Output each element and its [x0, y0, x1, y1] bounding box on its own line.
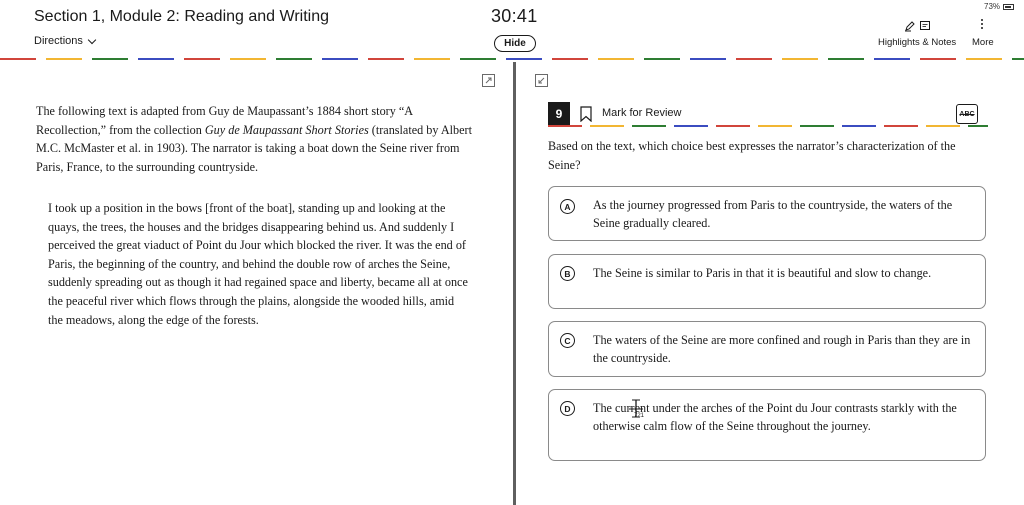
dash-segment [230, 58, 266, 60]
chevron-down-icon [87, 35, 97, 44]
passage-intro: The following text is adapted from Guy d… [36, 102, 481, 176]
question-header: 9 Mark for Review ABC [548, 102, 988, 126]
choice-letter: B [560, 266, 575, 281]
choice-d[interactable]: D The current under the arches of the Po… [548, 389, 986, 461]
dash-segment [716, 125, 750, 127]
choice-letter: D [560, 401, 575, 416]
dash-segment [506, 58, 542, 60]
dash-segment [598, 58, 634, 60]
pencil-icon [905, 21, 915, 32]
cursor-readout: 721 [634, 413, 645, 419]
battery-percent: 73% [984, 2, 1001, 11]
dash-segment [736, 58, 772, 60]
choice-b[interactable]: B The Seine is similar to Paris in that … [548, 254, 986, 309]
choice-text: The current under the arches of the Poin… [593, 401, 957, 433]
collection-title: Guy de Maupassant Short Stories [204, 122, 369, 137]
dash-segment [92, 58, 128, 60]
dash-segment [276, 58, 312, 60]
bookmark-icon[interactable] [580, 106, 592, 122]
battery-indicator: 73% [984, 2, 1015, 11]
choice-a[interactable]: A As the journey progressed from Paris t… [548, 186, 986, 241]
dash-segment [138, 58, 174, 60]
battery-icon [1003, 3, 1015, 10]
dash-segment [674, 125, 708, 127]
dash-segment [920, 58, 956, 60]
dash-segment [322, 58, 358, 60]
dash-segment [368, 58, 404, 60]
question-number: 9 [548, 102, 570, 126]
choice-letter: C [560, 333, 575, 348]
dash-segment [874, 58, 910, 60]
dash-segment [884, 125, 918, 127]
top-bar: Section 1, Module 2: Reading and Writing… [0, 0, 1024, 58]
directions-dropdown[interactable]: Directions [34, 35, 97, 47]
hide-timer-button[interactable]: Hide [494, 35, 536, 52]
collapse-icon[interactable] [535, 74, 548, 87]
dash-segment [184, 58, 220, 60]
choice-text: The waters of the Seine are more confine… [593, 333, 971, 365]
expand-icon[interactable] [482, 74, 495, 87]
dash-segment [46, 58, 82, 60]
section-title: Section 1, Module 2: Reading and Writing [34, 8, 329, 25]
dash-segment [842, 125, 876, 127]
dash-segment [966, 58, 1002, 60]
dash-segment [690, 58, 726, 60]
choice-text: As the journey progressed from Paris to … [593, 198, 953, 230]
timer: 30:41 [491, 6, 538, 26]
header-divider [0, 58, 1024, 60]
dash-segment [800, 125, 834, 127]
dash-segment [644, 58, 680, 60]
highlights-notes-button[interactable] [904, 20, 931, 32]
choice-letter: A [560, 199, 575, 214]
passage-body: I took up a position in the bows [front … [48, 201, 468, 327]
question-panel: 9 Mark for Review ABC Based on the text,… [516, 62, 1024, 505]
dash-segment [968, 125, 988, 127]
dash-segment [926, 125, 960, 127]
passage-panel: The following text is adapted from Guy d… [0, 62, 513, 505]
mark-for-review-label[interactable]: Mark for Review [602, 107, 681, 119]
dash-segment [1012, 58, 1024, 60]
more-label[interactable]: More [972, 37, 994, 48]
dash-segment [828, 58, 864, 60]
dash-segment [0, 58, 36, 60]
dash-segment [758, 125, 792, 127]
abc-label: ABC [959, 110, 975, 118]
choice-c[interactable]: C The waters of the Seine are more confi… [548, 321, 986, 377]
more-icon[interactable] [981, 19, 984, 30]
answer-eliminator-button[interactable]: ABC [956, 104, 978, 124]
note-icon [920, 21, 930, 30]
dash-segment [552, 58, 588, 60]
dash-segment [782, 58, 818, 60]
dash-segment [632, 125, 666, 127]
dash-segment [548, 125, 582, 127]
dash-segment [590, 125, 624, 127]
directions-label: Directions [34, 35, 83, 47]
question-text: Based on the text, which choice best exp… [548, 139, 956, 172]
highlights-notes-label[interactable]: Highlights & Notes [878, 37, 956, 48]
question-divider [548, 125, 988, 127]
dash-segment [414, 58, 450, 60]
dash-segment [460, 58, 496, 60]
choice-text: The Seine is similar to Paris in that it… [593, 266, 932, 280]
